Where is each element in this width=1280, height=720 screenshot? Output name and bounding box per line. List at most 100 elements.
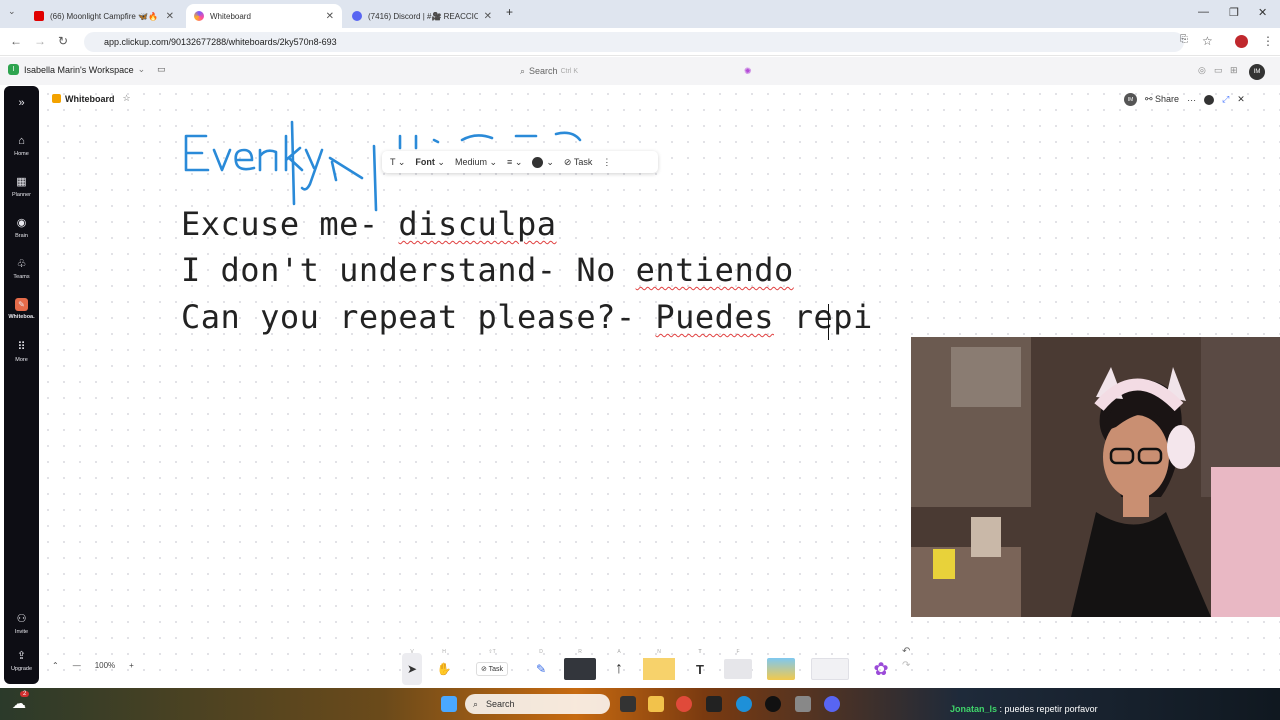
share-button[interactable]: ⚯ Share (1145, 94, 1179, 105)
windows-start-icon[interactable] (441, 696, 457, 712)
url-field[interactable]: app.clickup.com/90132677288/whiteboards/… (84, 32, 1184, 52)
size-dropdown[interactable]: Medium ⌄ (455, 157, 497, 168)
sidebar-item-label: Whiteboa. (8, 314, 35, 320)
zoom-out-button[interactable]: — (73, 661, 81, 670)
page-title: Whiteboard (65, 93, 115, 104)
text-format-toolbar: T ⌄ Font ⌄ Medium ⌄ ≡ ⌄ ⌄ ⊘ Task ⋮ (382, 151, 658, 173)
text-line[interactable]: I don't understand- No entiendo (181, 251, 794, 289)
minimize-button[interactable]: — (1198, 6, 1209, 18)
edge-icon[interactable] (736, 696, 752, 712)
zoom-in-button[interactable]: + (129, 661, 134, 670)
video-icon[interactable]: ▭ (1214, 65, 1223, 76)
sidebar-item-upgrade[interactable]: ⇪ Upgrade (4, 649, 39, 672)
sidebar-item-teams[interactable]: ♧ Teams (4, 257, 39, 280)
color-dropdown[interactable]: ⌄ (532, 156, 554, 168)
tab-youtube[interactable]: (66) Moonlight Campfire 🦋🔥 ✕ (26, 4, 182, 28)
task-tool[interactable]: ⇧T ⊘ Task (466, 649, 518, 685)
sidebar-item-planner[interactable]: ▦ Planner (4, 175, 39, 198)
obs-icon[interactable] (765, 696, 781, 712)
arrow-tool[interactable]: A ↑ (610, 649, 628, 685)
text-tool[interactable]: TT (690, 649, 710, 685)
close-icon[interactable]: ✕ (484, 11, 492, 22)
global-search[interactable]: ⌕ Search Ctrl K ✺ (520, 63, 760, 79)
shortcut-key: A (617, 649, 621, 655)
avatar[interactable]: IM (1124, 93, 1137, 106)
checkmark-icon[interactable]: ◎ (1198, 65, 1206, 76)
install-icon[interactable]: ⎘ (1180, 34, 1188, 45)
restore-button[interactable]: ❐ (1229, 6, 1239, 19)
ai-sparkle-icon[interactable]: ✺ (744, 66, 752, 77)
double-chevron-icon: » (18, 97, 25, 109)
task-view-icon[interactable] (620, 696, 636, 712)
text-type-dropdown[interactable]: T ⌄ (390, 157, 405, 168)
back-icon[interactable]: ← (10, 34, 22, 48)
shortcut-key: D (539, 649, 543, 655)
shape-tool[interactable]: R (564, 649, 596, 685)
align-dropdown[interactable]: ≡ ⌄ (507, 157, 522, 168)
text-line-editing[interactable]: Can you repeat please?- Puedes repi (181, 298, 873, 336)
expand-icon[interactable]: ⤢ (1222, 94, 1229, 105)
rectangle-icon (564, 658, 596, 680)
pen-tool[interactable]: D ✎ (532, 649, 550, 685)
search-label: Search (529, 66, 558, 76)
whiteboard-actions: IM ⚯ Share ··· ⤢ ✕ (1124, 93, 1245, 106)
profile-icon[interactable] (1235, 35, 1248, 48)
sidebar-item-home[interactable]: ⌂ Home (4, 134, 39, 157)
tab-discord[interactable]: (7416) Discord | #🎥 REACCIONES ✕ (344, 4, 500, 28)
sidebar-item-whiteboards[interactable]: ✎ Whiteboa. (4, 298, 39, 320)
taskbar-search-label: Search (486, 699, 515, 709)
whiteboard-toolbar: V ➤ H ✋ ⇧T ⊘ Task D ✎ R A ↑ N TT F ✿ (402, 645, 898, 685)
reload-icon[interactable]: ↻ (58, 34, 68, 48)
tab-title: (66) Moonlight Campfire 🦋🔥 (50, 11, 158, 21)
zoom-level[interactable]: 100% (95, 661, 115, 670)
sticky-note-tool[interactable]: N (642, 649, 676, 685)
more-options-icon[interactable]: ··· (1187, 95, 1196, 105)
file-explorer-icon[interactable] (648, 696, 664, 712)
taskbar-search[interactable]: ⌕ Search (465, 694, 610, 714)
workspace-name: Isabella Marin's Workspace (24, 64, 134, 75)
text-line[interactable]: Excuse me- disculpa (181, 205, 557, 243)
sidebar-item-brain[interactable]: ◉ Brain (4, 216, 39, 239)
font-dropdown[interactable]: Font ⌄ (415, 157, 445, 168)
sidebar-item-label: Home (14, 151, 29, 157)
sidebar-expand-button[interactable]: » (4, 96, 39, 110)
select-tool[interactable]: V ➤ (402, 649, 422, 685)
undo-icon[interactable]: ↶ (902, 645, 910, 659)
image-tool[interactable] (766, 653, 796, 685)
new-tab-button[interactable]: + (506, 5, 513, 19)
app-icon[interactable] (706, 696, 722, 712)
tab-whiteboard[interactable]: Whiteboard ✕ (186, 4, 342, 28)
sidebar-item-invite[interactable]: ⚇ Invite (4, 612, 39, 635)
bookmark-star-icon[interactable]: ☆ (1202, 34, 1213, 48)
record-icon[interactable] (1204, 94, 1215, 105)
sidebar-item-label: Brain (15, 233, 28, 239)
workspace-switcher[interactable]: I Isabella Marin's Workspace ⌄ ▭ (8, 64, 166, 75)
close-icon[interactable]: ✕ (1237, 94, 1245, 105)
more-options-icon[interactable]: ⋮ (602, 157, 611, 168)
tab-list-icon[interactable]: ⌄ (8, 6, 16, 17)
avatar[interactable]: IM (1249, 64, 1265, 80)
app-icon[interactable] (795, 696, 811, 712)
close-icon[interactable]: ✕ (166, 11, 174, 22)
minimap-toggle-icon[interactable]: ⌃ (52, 661, 59, 670)
calendar-icon[interactable]: ▭ (157, 64, 166, 75)
shortcut-key: H (442, 649, 446, 655)
frame-tool[interactable]: F (724, 649, 752, 685)
spanish-phrase: disculpa (398, 205, 557, 243)
close-icon[interactable]: ✕ (326, 11, 334, 22)
hand-tool[interactable]: H ✋ (436, 649, 452, 685)
forward-icon[interactable]: → (34, 34, 46, 48)
redo-icon[interactable]: ↷ (902, 659, 910, 673)
text-icon: T (390, 156, 396, 167)
favorite-star-icon[interactable]: ☆ (123, 93, 131, 104)
weather-icon[interactable]: ☁ (12, 695, 26, 712)
create-task-button[interactable]: ⊘ Task (564, 157, 592, 168)
more-tools[interactable]: ✿ (864, 653, 898, 685)
sidebar-item-more[interactable]: ⠿ More (4, 340, 39, 363)
close-window-button[interactable]: ✕ (1258, 6, 1267, 19)
apps-icon[interactable]: ⊞ (1230, 65, 1238, 76)
templates-tool[interactable] (810, 653, 850, 685)
browser-menu-icon[interactable]: ⋮ (1262, 34, 1274, 48)
discord-icon[interactable] (824, 696, 840, 712)
chrome-icon[interactable] (676, 696, 692, 712)
